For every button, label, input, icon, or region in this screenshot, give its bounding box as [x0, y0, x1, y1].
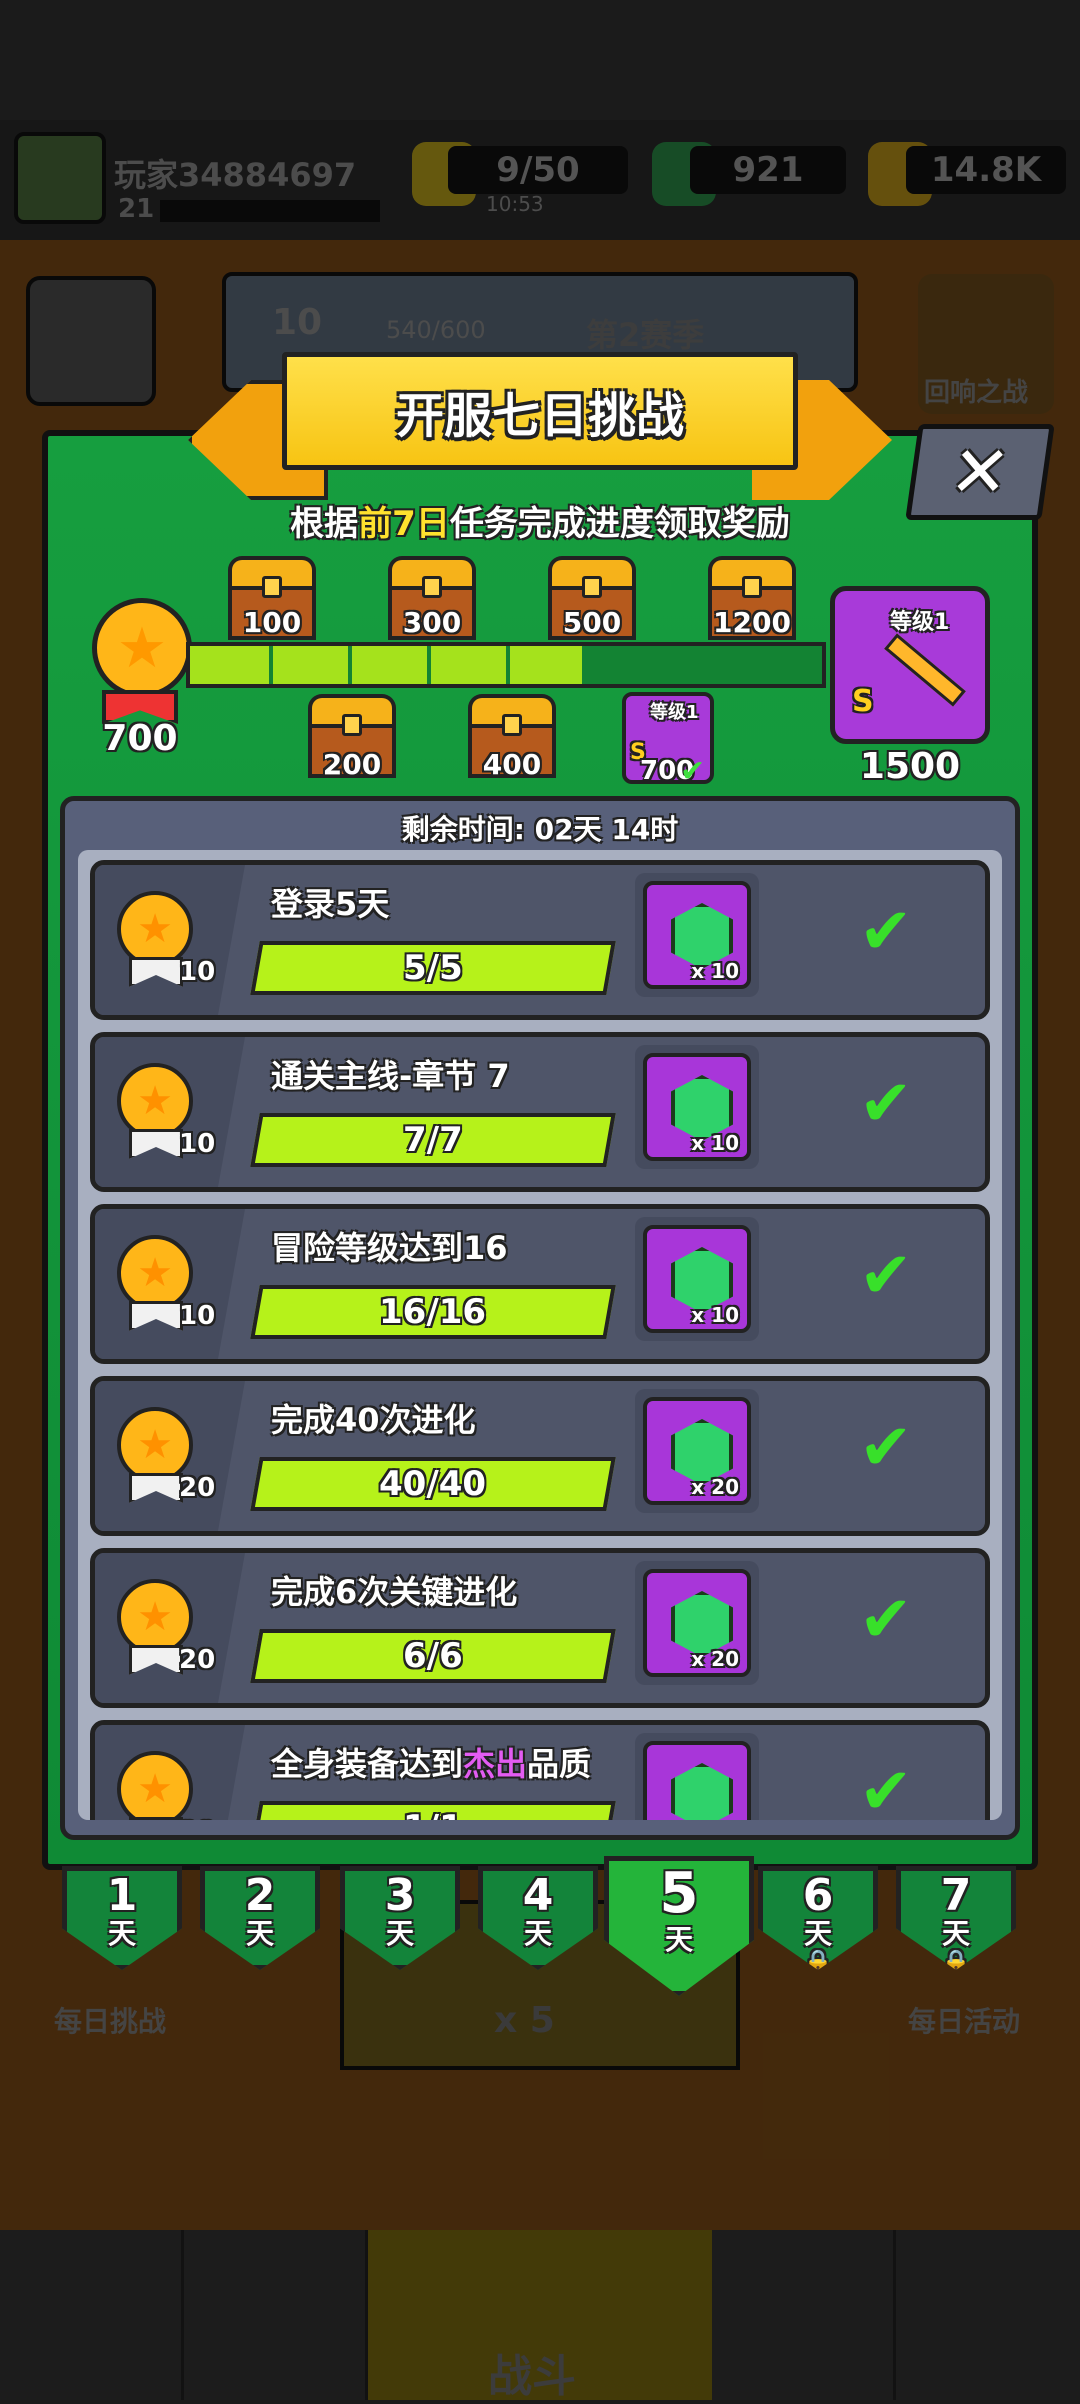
task-progress: 7/7 [403, 1120, 463, 1160]
points-medal-icon: ★ [92, 598, 192, 698]
progress-segment [585, 646, 589, 684]
task-reward[interactable] [635, 1733, 759, 1820]
medal-icon: ★ [117, 1407, 193, 1483]
current-points: 700 [102, 718, 178, 759]
task-reward-qty: x 10 [691, 1303, 739, 1327]
task-progress-bar: 16/16 [250, 1285, 616, 1339]
task-title: 全身装备达到杰出品质 [271, 1745, 592, 1783]
task-points: 20 [179, 1473, 216, 1503]
points-progress-fill [190, 646, 582, 684]
chest-label-100: 100 [242, 606, 302, 639]
check-icon: ✔ [859, 895, 913, 969]
chest-label-500: 500 [562, 606, 622, 639]
medal-ribbon [129, 1817, 183, 1820]
status-bar-area [0, 0, 1080, 120]
task-title: 通关主线-章节 7 [271, 1057, 510, 1095]
task-row: ★ 10 通关主线-章节 7 7/7 x 10 ✔ [90, 1032, 990, 1192]
check-icon: ✔ [859, 1583, 913, 1657]
mid-reward-level: 等级1 [650, 702, 699, 723]
task-progress-bar: 1/1 [250, 1801, 616, 1820]
task-reward[interactable]: x 10 [635, 1045, 759, 1169]
task-title: 登录5天 [271, 885, 390, 923]
final-reward-level: 等级1 [890, 610, 950, 635]
task-reward-qty: x 20 [691, 1475, 739, 1499]
task-points: 10 [179, 1129, 216, 1159]
chest-label-1200: 1200 [713, 606, 791, 639]
chest-label-300: 300 [402, 606, 462, 639]
progress-segment [269, 646, 273, 684]
task-reward[interactable]: x 10 [635, 1217, 759, 1341]
points-progress-bar [186, 642, 826, 688]
task-progress: 40/40 [379, 1464, 487, 1504]
chest-label-400: 400 [482, 748, 542, 781]
task-points: 20 [179, 1817, 215, 1820]
task-progress-bar: 5/5 [250, 941, 616, 995]
task-points: 10 [179, 1301, 216, 1331]
progress-segment [506, 646, 510, 684]
progress-segment [664, 646, 668, 684]
task-row: ★ 20 完成40次进化 40/40 x 20 ✔ [90, 1376, 990, 1536]
check-icon: ✔ [859, 1067, 913, 1141]
check-icon: ✔ [859, 1411, 913, 1485]
check-icon: ✔ [859, 1239, 913, 1313]
task-points: 20 [179, 1645, 216, 1675]
chest-label-200: 200 [322, 748, 382, 781]
mid-reward-check-icon: ✔ [680, 754, 706, 789]
task-list[interactable]: ★ 10 登录5天 5/5 x 10 ✔ ★ 10 通关主线-章节 7 7/7 … [78, 850, 1002, 1820]
progress-segment [743, 646, 747, 684]
task-progress: 1/1 [403, 1808, 463, 1820]
progress-segment [427, 646, 431, 684]
final-reward-grade: S [852, 684, 874, 719]
task-reward[interactable]: x 20 [635, 1561, 759, 1685]
medal-icon: ★ [117, 891, 193, 967]
task-reward-qty: x 10 [691, 1131, 739, 1155]
remaining-time: 剩余时间: 02天 14时 [401, 813, 679, 846]
task-row: ★ 20 完成6次关键进化 6/6 x 20 ✔ [90, 1548, 990, 1708]
medal-icon: ★ [117, 1063, 193, 1139]
medal-icon: ★ [117, 1235, 193, 1311]
task-reward-qty: x 10 [691, 959, 739, 983]
task-title: 完成6次关键进化 [271, 1573, 518, 1611]
task-progress-bar: 7/7 [250, 1113, 616, 1167]
medal-icon: ★ [117, 1579, 193, 1655]
subtitle-post: 任务完成进度领取奖励 [449, 504, 790, 544]
task-progress: 5/5 [403, 948, 463, 988]
task-progress-bar: 6/6 [250, 1629, 616, 1683]
final-reward-points: 1500 [859, 746, 961, 787]
check-icon: ✔ [859, 1755, 913, 1820]
subtitle-highlight: 前7日 [358, 504, 450, 544]
popup-title: 开服七日挑战 [282, 352, 798, 470]
task-row: ★ 20 全身装备达到杰出品质 1/1 ✔ [90, 1720, 990, 1820]
medal-icon: ★ [117, 1751, 193, 1820]
task-reward[interactable]: x 20 [635, 1389, 759, 1513]
task-row: ★ 10 冒险等级达到16 16/16 x 10 ✔ [90, 1204, 990, 1364]
gem-icon [671, 1763, 733, 1820]
progress-segment [348, 646, 352, 684]
subtitle-pre: 根据 [290, 504, 359, 544]
task-reward[interactable]: x 10 [635, 873, 759, 997]
task-row: ★ 10 登录5天 5/5 x 10 ✔ [90, 860, 990, 1020]
task-reward-qty: x 20 [691, 1647, 739, 1671]
task-title: 冒险等级达到16 [271, 1229, 508, 1267]
task-progress-bar: 40/40 [250, 1457, 616, 1511]
task-progress: 6/6 [403, 1636, 463, 1676]
task-title: 完成40次进化 [271, 1401, 476, 1439]
popup-subtitle: 根据前7日任务完成进度领取奖励 [60, 496, 1020, 545]
task-progress: 16/16 [379, 1292, 487, 1332]
task-points: 10 [179, 957, 216, 987]
